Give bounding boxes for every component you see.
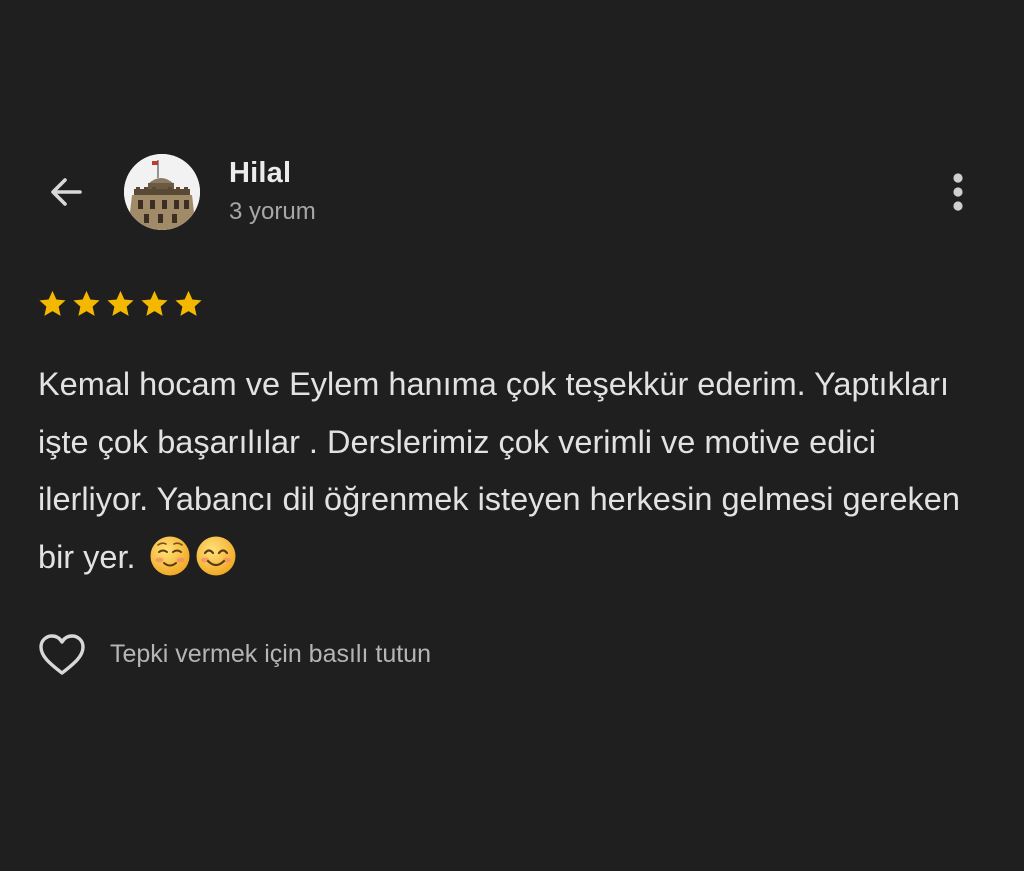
star-rating bbox=[36, 288, 205, 320]
review-count: 3 yorum bbox=[229, 198, 316, 225]
star-icon bbox=[39, 290, 66, 316]
heart-outline-icon bbox=[39, 634, 85, 675]
star-icon bbox=[175, 290, 202, 316]
tower-photo-avatar bbox=[124, 154, 200, 230]
back-button[interactable] bbox=[38, 168, 94, 216]
react-button[interactable] bbox=[34, 628, 90, 682]
relieved-face-emoji bbox=[150, 536, 190, 575]
more-vert-icon bbox=[953, 173, 963, 211]
star-icon bbox=[107, 290, 134, 316]
arrow-left-icon bbox=[51, 178, 82, 206]
star-icon bbox=[73, 290, 100, 316]
review-screen: Hilal 3 yorum Kemal hocam ve Eylem hanım… bbox=[0, 0, 1024, 871]
review-text: Kemal hocam ve Eylem hanıma çok teşekkür… bbox=[38, 356, 988, 586]
avatar[interactable] bbox=[124, 154, 200, 230]
star-icon bbox=[141, 290, 168, 316]
reviewer-name[interactable]: Hilal bbox=[229, 157, 291, 190]
more-options-button[interactable] bbox=[936, 166, 980, 218]
reaction-hint: Tepki vermek için basılı tutun bbox=[110, 640, 431, 668]
smiling-face-emoji bbox=[196, 536, 236, 575]
